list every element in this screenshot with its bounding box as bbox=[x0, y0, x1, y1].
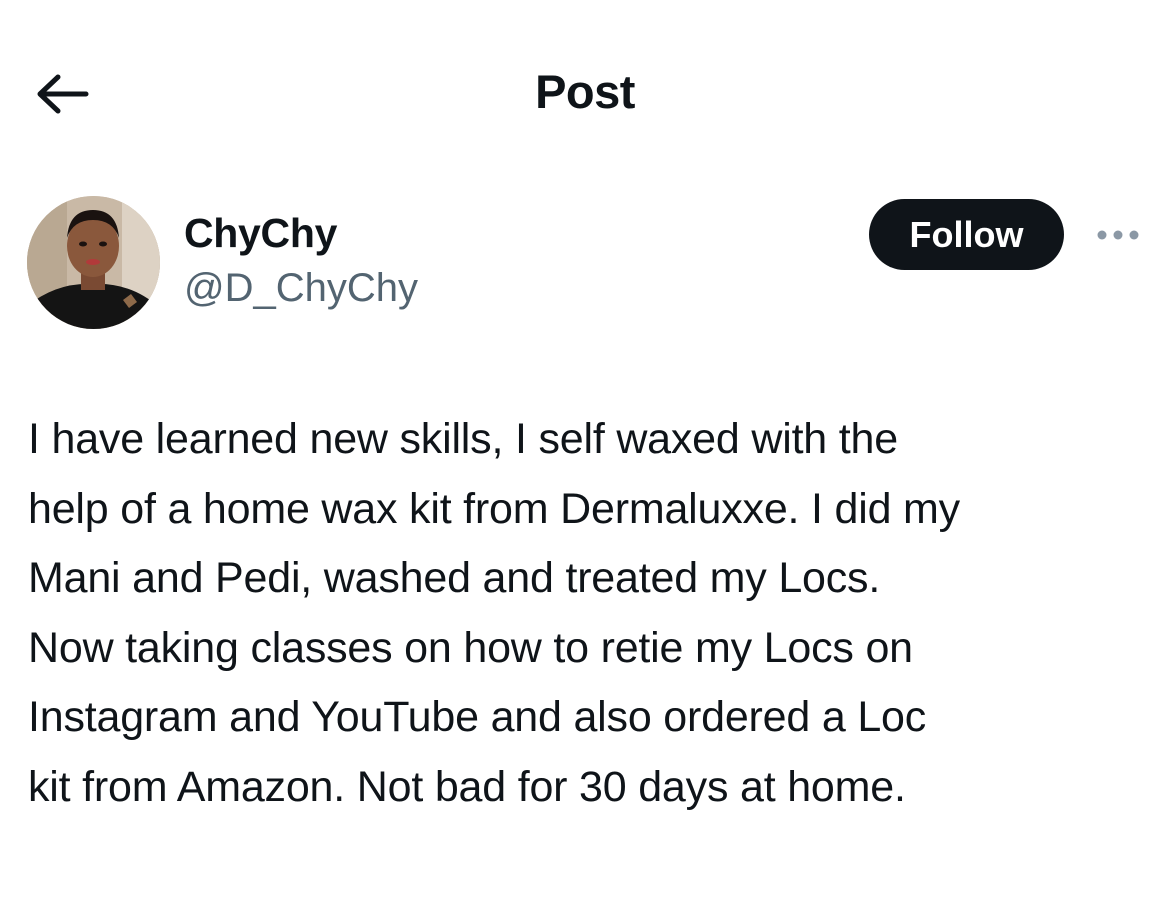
post-page: Post ChyChy @D_ChyChy Follow I have lear… bbox=[0, 0, 1170, 898]
more-options-button[interactable] bbox=[1088, 218, 1148, 252]
display-name[interactable]: ChyChy bbox=[184, 210, 337, 257]
avatar[interactable] bbox=[27, 196, 160, 329]
user-handle[interactable]: @D_ChyChy bbox=[184, 266, 418, 311]
page-title: Post bbox=[535, 65, 635, 118]
profile-photo bbox=[27, 196, 160, 329]
more-horizontal-icon bbox=[1097, 230, 1139, 240]
follow-button[interactable]: Follow bbox=[869, 199, 1064, 270]
post-text: I have learned new skills, I self waxed … bbox=[28, 415, 960, 811]
top-bar: Post bbox=[0, 0, 1170, 190]
